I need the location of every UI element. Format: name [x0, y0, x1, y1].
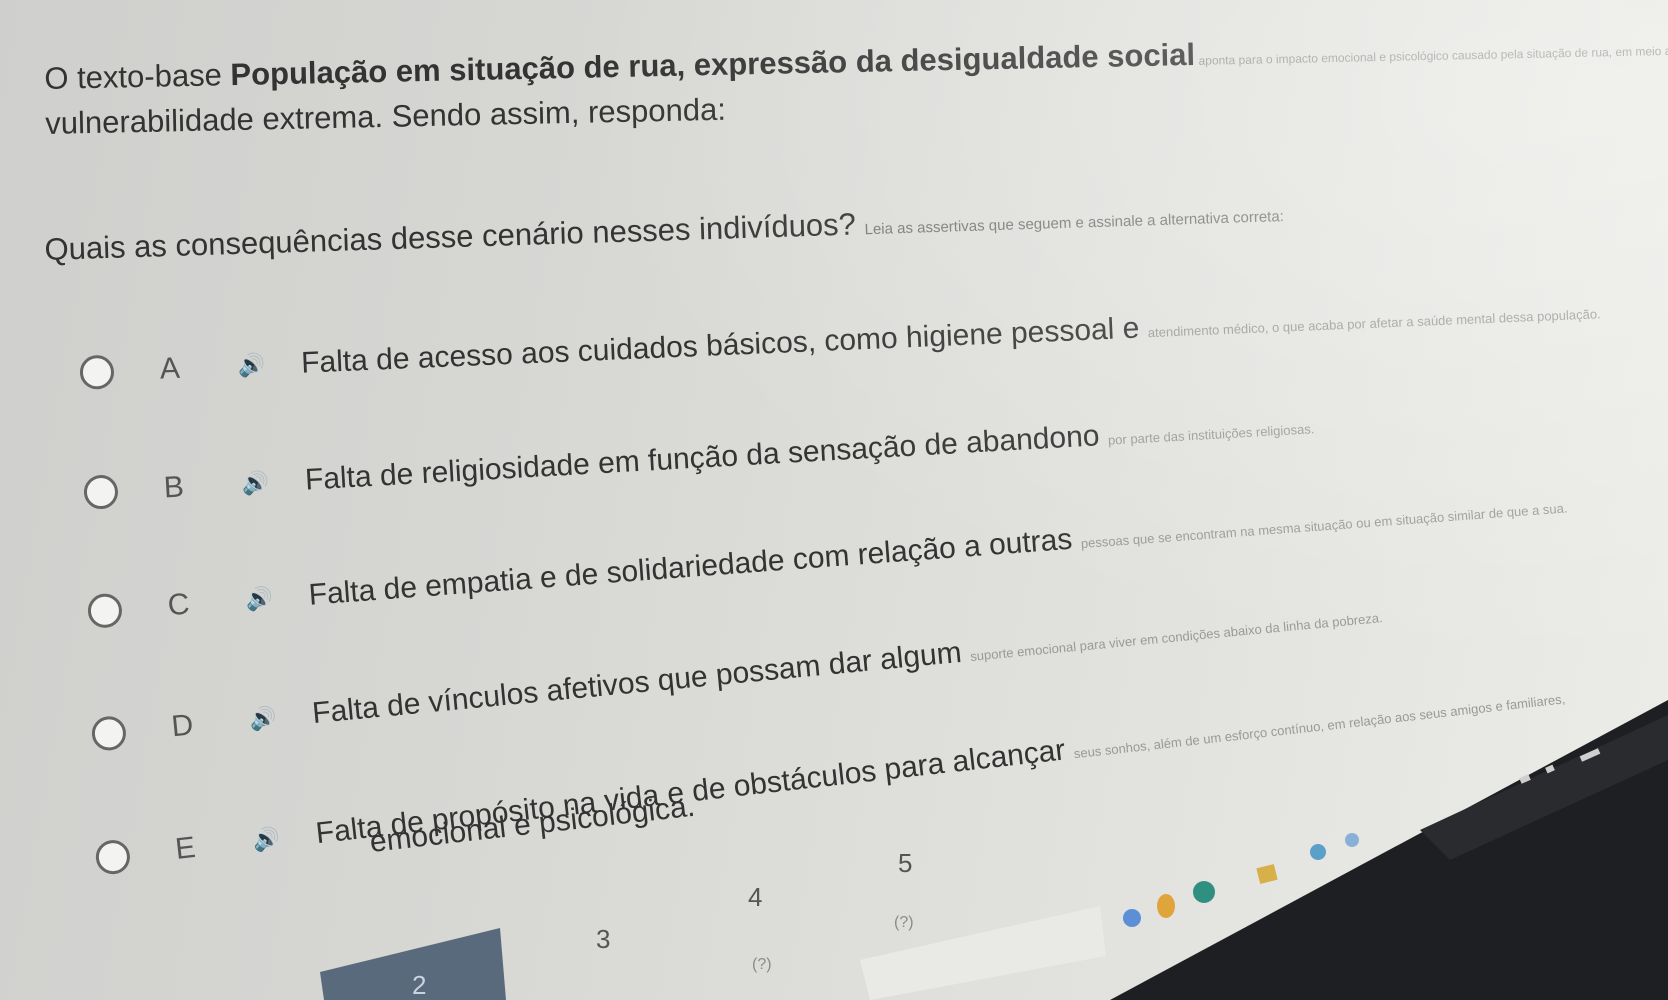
search-bar[interactable] [860, 906, 1106, 1000]
mail-icon[interactable] [1345, 833, 1359, 847]
taskbar [1110, 700, 1668, 1000]
app-icon[interactable] [1123, 909, 1141, 927]
bottom-region: 2 3 4 5 (?) (?) [0, 0, 1668, 1000]
taskbar-svg [320, 700, 1668, 1000]
screen: O texto-base População em situação de ru… [0, 0, 1668, 1000]
teams-icon[interactable] [1193, 881, 1215, 903]
store-icon[interactable] [1310, 844, 1326, 860]
step-tab-active[interactable] [320, 928, 506, 1000]
browser-icon[interactable] [1157, 894, 1175, 918]
folder-icon[interactable] [1256, 864, 1278, 884]
